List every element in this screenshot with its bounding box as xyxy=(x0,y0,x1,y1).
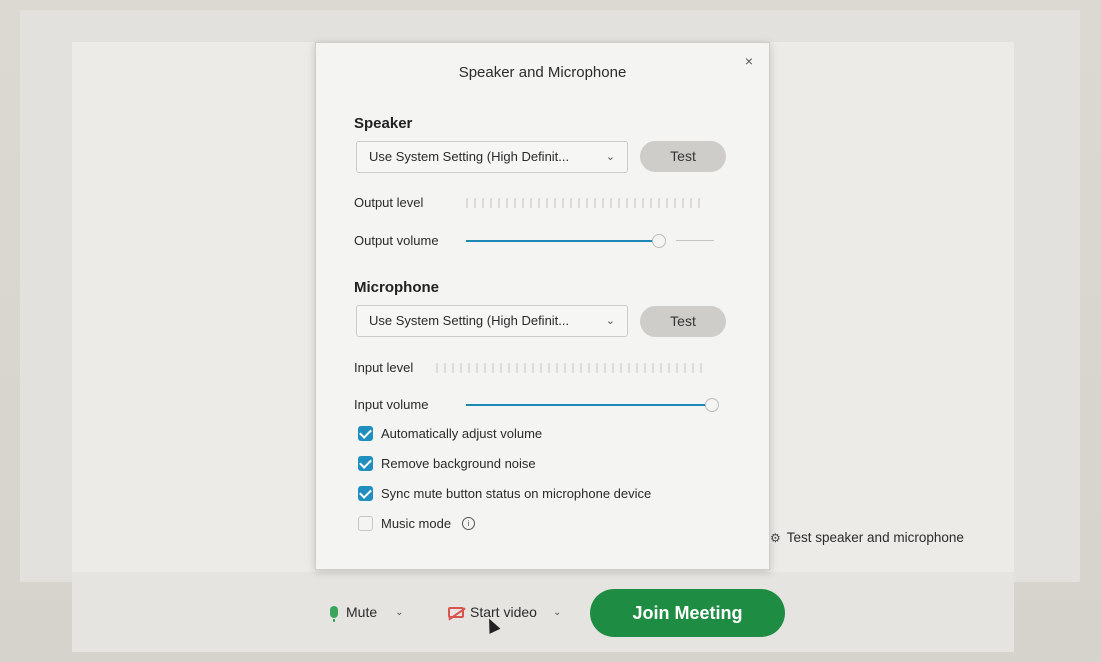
speaker-test-button[interactable]: Test xyxy=(640,141,726,172)
input-level-meter xyxy=(436,362,702,374)
option-sync-mute-button[interactable]: Sync mute button status on microphone de… xyxy=(358,484,651,502)
option-label: Music mode xyxy=(381,515,452,531)
input-volume-slider[interactable] xyxy=(705,398,719,412)
test-speaker-microphone-link[interactable]: ⚙ Test speaker and microphone xyxy=(770,530,964,545)
microphone-test-button[interactable]: Test xyxy=(640,306,726,337)
join-meeting-button[interactable]: Join Meeting xyxy=(590,589,785,637)
output-volume-rest xyxy=(676,240,714,241)
output-level-meter xyxy=(466,197,700,209)
output-volume-label: Output volume xyxy=(354,233,439,248)
output-level-label: Output level xyxy=(354,195,424,210)
close-icon[interactable]: × xyxy=(741,53,757,69)
input-level-label: Input level xyxy=(354,360,414,375)
microphone-device-select[interactable]: Use System Setting (High Definit... ⌄ xyxy=(356,305,628,337)
option-label: Automatically adjust volume xyxy=(381,425,543,441)
checkbox-checked[interactable] xyxy=(358,485,373,501)
dialog-title: Speaker and Microphone xyxy=(458,64,627,81)
speaker-device-value: Use System Setting (High Definit... xyxy=(369,149,570,164)
chevron-down-icon: ⌄ xyxy=(605,151,615,163)
output-volume-track xyxy=(466,240,656,242)
microphone-device-value: Use System Setting (High Definit... xyxy=(369,313,570,328)
option-label: Sync mute button status on microphone de… xyxy=(381,485,652,501)
camera-off-icon xyxy=(448,606,464,618)
output-volume-slider[interactable] xyxy=(652,234,666,248)
option-auto-adjust-volume[interactable]: Automatically adjust volume xyxy=(358,424,542,442)
option-label: Remove background noise xyxy=(381,455,536,471)
chevron-down-icon[interactable]: ⌄ xyxy=(395,607,403,618)
info-icon[interactable]: i xyxy=(462,516,476,530)
input-volume-label: Input volume xyxy=(354,397,429,412)
microphone-heading: Microphone xyxy=(354,279,439,296)
option-remove-background-noise[interactable]: Remove background noise xyxy=(358,454,536,472)
chevron-down-icon[interactable]: ⌄ xyxy=(553,607,561,618)
checkbox-checked[interactable] xyxy=(358,425,373,441)
checkbox-checked[interactable] xyxy=(358,455,373,471)
input-volume-track xyxy=(466,404,712,406)
start-video-label: Start video xyxy=(470,604,537,620)
gear-icon: ⚙ xyxy=(770,530,781,545)
checkbox-unchecked[interactable] xyxy=(358,515,373,531)
speaker-device-select[interactable]: Use System Setting (High Definit... ⌄ xyxy=(356,141,628,173)
start-video-button[interactable]: Start video ⌄ xyxy=(448,604,561,620)
chevron-down-icon: ⌄ xyxy=(605,315,615,327)
mute-button[interactable]: Mute ⌄ xyxy=(330,604,404,622)
mute-label: Mute xyxy=(346,604,378,620)
option-music-mode[interactable]: Music mode i xyxy=(358,514,476,532)
test-link-label: Test speaker and microphone xyxy=(786,530,964,545)
speaker-microphone-dialog: Speaker and Microphone × Speaker Use Sys… xyxy=(315,42,770,570)
microphone-icon xyxy=(330,606,338,622)
speaker-heading: Speaker xyxy=(354,115,413,132)
